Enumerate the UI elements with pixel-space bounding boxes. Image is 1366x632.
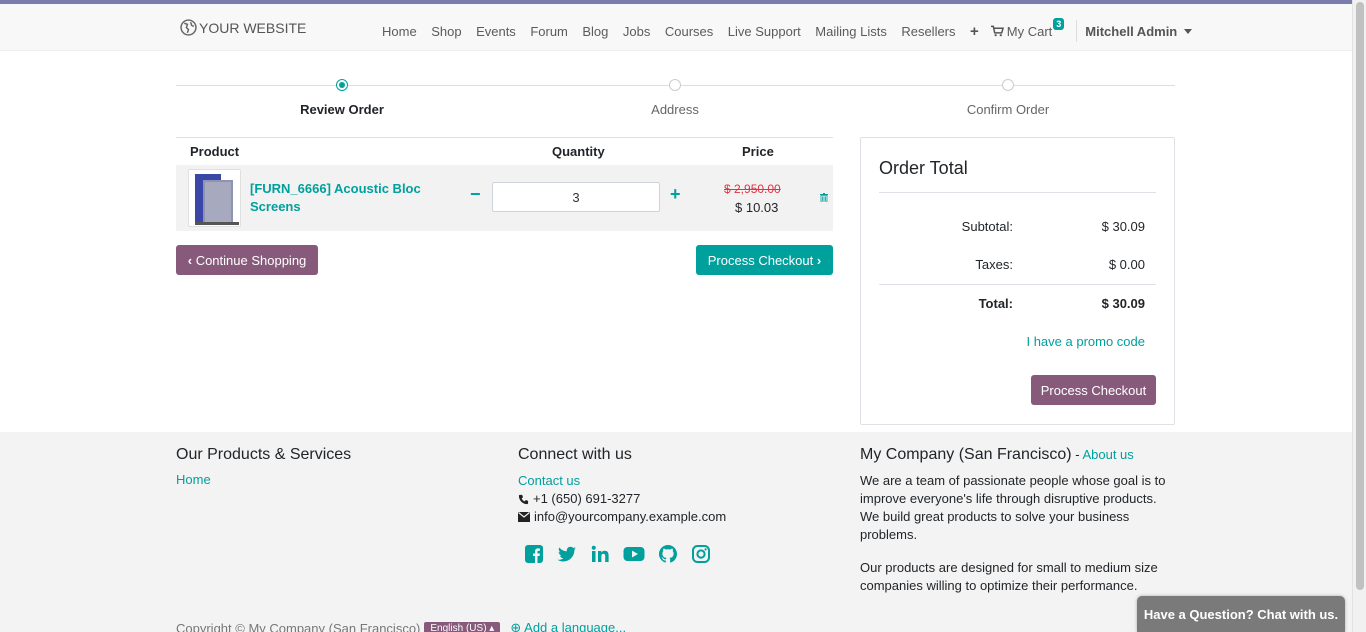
language-selector[interactable]: English (US) ▴	[424, 621, 501, 632]
footer-company-title: My Company (San Francisco) - About us	[860, 446, 1175, 464]
continue-shopping-label: Continue Shopping	[195, 252, 307, 268]
footer-home-link[interactable]: Home	[176, 472, 351, 487]
live-chat-button[interactable]: Have a Question? Chat with us.	[1137, 596, 1345, 632]
page-scrollbar[interactable]	[1352, 0, 1366, 632]
footer-products-column: Our Products & Services Home	[176, 446, 351, 487]
site-header: YOUR WEBSITE Home Shop Events Forum Blog…	[0, 4, 1352, 51]
plus-circle-icon: ⊕	[510, 620, 522, 632]
footer-company-column: My Company (San Francisco) - About us We…	[860, 446, 1175, 595]
site-logo[interactable]: YOUR WEBSITE	[180, 19, 306, 36]
promo-code-link[interactable]: I have a promo code	[1026, 334, 1145, 349]
quantity-input[interactable]	[492, 182, 660, 212]
about-paragraph-2: Our products are designed for small to m…	[860, 560, 1158, 593]
language-label: English (US)	[430, 622, 487, 632]
email-address: info@yourcompany.example.com	[534, 509, 727, 524]
process-checkout-label: Process Checkout	[707, 252, 814, 268]
step-confirm-order: Confirm Order	[966, 102, 1050, 117]
total-value: $ 30.09	[1101, 296, 1145, 311]
order-total-title: Order Total	[879, 158, 968, 178]
phone-number: +1 (650) 691-3277	[533, 491, 641, 506]
facebook-icon[interactable]	[524, 544, 544, 564]
phone-icon	[518, 494, 529, 504]
chevron-left-icon: ‹	[187, 252, 193, 268]
nav-shop[interactable]: Shop	[431, 24, 461, 39]
nav-mailing-lists[interactable]: Mailing Lists	[815, 24, 887, 39]
subtotal-value: $ 30.09	[1101, 219, 1145, 234]
table-row: [FURN_6666] Acoustic Bloc Screens − + $ …	[176, 165, 833, 231]
acoustic-screen-image	[195, 174, 239, 225]
quantity-decrease-icon[interactable]: −	[470, 185, 481, 203]
divider	[879, 192, 1156, 193]
quantity-increase-icon[interactable]: +	[670, 185, 681, 203]
nav-blog[interactable]: Blog	[582, 24, 608, 39]
order-total-card: Order Total Subtotal: $ 30.09 Taxes: $ 0…	[860, 137, 1175, 425]
envelope-icon	[518, 512, 530, 522]
github-icon[interactable]	[658, 544, 678, 564]
youtube-icon[interactable]	[623, 544, 645, 564]
total-label: Total:	[978, 296, 1013, 311]
scrollbar-thumb[interactable]	[1356, 2, 1364, 590]
trash-icon[interactable]	[820, 193, 828, 202]
footer-contact-link[interactable]: Contact us	[518, 472, 726, 490]
process-checkout-button[interactable]: Process Checkout ›	[696, 245, 833, 275]
footer-email: info@yourcompany.example.com	[518, 508, 726, 526]
copyright-text: Copyright © My Company (San Francisco)	[176, 620, 421, 632]
add-language-link[interactable]: ⊕ Add a language...	[510, 620, 626, 632]
add-menu-plus-icon[interactable]: +	[970, 24, 979, 39]
user-menu[interactable]: Mitchell Admin	[1076, 20, 1193, 42]
nav-courses[interactable]: Courses	[665, 24, 713, 39]
order-process-checkout-button[interactable]: Process Checkout	[1031, 375, 1156, 405]
price-original: $ 2,950.00	[724, 182, 781, 196]
about-paragraph-1: We are a team of passionate people whose…	[860, 473, 1166, 542]
header-quantity: Quantity	[552, 144, 605, 159]
footer-phone: +1 (650) 691-3277	[518, 490, 726, 508]
chevron-right-icon: ›	[816, 252, 822, 268]
nav-live-support[interactable]: Live Support	[728, 24, 801, 39]
social-links	[524, 544, 726, 564]
price-discounted: $ 10.03	[735, 200, 779, 215]
nav-forum[interactable]: Forum	[530, 24, 568, 39]
order-process-checkout-label: Process Checkout	[1040, 382, 1147, 398]
company-name: My Company (San Francisco)	[860, 446, 1072, 463]
step-dot-review	[336, 79, 348, 91]
logo-text: YOUR WEBSITE	[199, 19, 307, 36]
cart-link[interactable]: My Cart 3	[990, 17, 1065, 39]
twitter-icon[interactable]	[557, 544, 577, 564]
about-us-link[interactable]: About us	[1082, 447, 1133, 462]
product-image[interactable]	[188, 169, 241, 227]
cart-count-badge: 3	[1053, 17, 1065, 30]
nav-home[interactable]: Home	[382, 24, 417, 39]
step-address: Address	[651, 102, 699, 117]
step-dot-confirm	[1002, 79, 1014, 91]
globe-icon	[180, 19, 197, 36]
divider	[879, 284, 1156, 285]
user-name: Mitchell Admin	[1085, 23, 1178, 39]
about-separator: -	[1071, 447, 1083, 462]
subtotal-label: Subtotal:	[961, 219, 1013, 234]
footer-connect-title: Connect with us	[518, 446, 632, 463]
continue-shopping-button[interactable]: ‹ Continue Shopping	[176, 245, 318, 275]
footer-connect-column: Connect with us Contact us +1 (650) 691-…	[518, 446, 726, 564]
copyright-bar: Copyright © My Company (San Francisco) E…	[176, 620, 626, 632]
step-dot-address	[669, 79, 681, 91]
linkedin-icon[interactable]	[590, 544, 610, 564]
nav-jobs[interactable]: Jobs	[623, 24, 650, 39]
instagram-icon[interactable]	[691, 544, 711, 564]
header-price: Price	[742, 144, 774, 159]
add-language-label: Add a language...	[524, 620, 627, 632]
taxes-value: $ 0.00	[1108, 257, 1145, 272]
main-nav: Home Shop Events Forum Blog Jobs Courses…	[382, 17, 1193, 42]
taxes-label: Taxes:	[975, 257, 1013, 272]
shopping-cart-icon	[990, 25, 1004, 37]
product-name-link[interactable]: [FURN_6666] Acoustic Bloc Screens	[250, 180, 450, 216]
header-product: Product	[190, 144, 240, 159]
cart-label: My Cart	[1006, 23, 1053, 39]
nav-resellers[interactable]: Resellers	[901, 24, 955, 39]
cart-table: Product Quantity Price [FURN_6666] Acous…	[176, 137, 833, 231]
step-review-order: Review Order	[300, 102, 384, 117]
footer-products-title: Our Products & Services	[176, 446, 352, 463]
cart-table-header: Product Quantity Price	[176, 137, 833, 165]
chevron-down-icon	[1184, 28, 1193, 34]
nav-events[interactable]: Events	[476, 24, 516, 39]
